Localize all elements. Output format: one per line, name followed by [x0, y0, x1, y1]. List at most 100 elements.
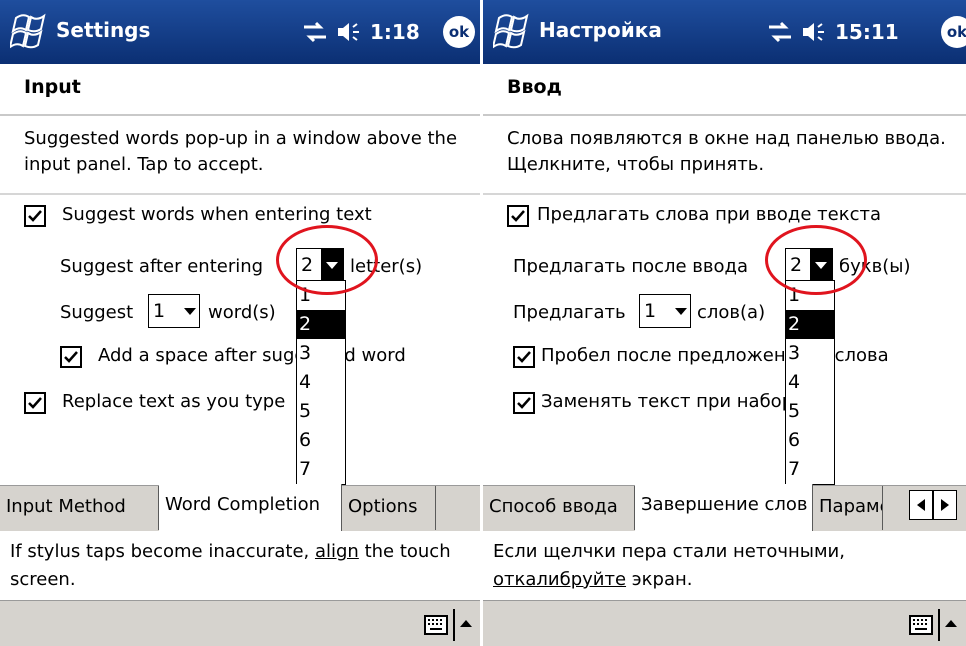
dropdown-option[interactable]: 5 [297, 397, 345, 426]
tab-scroll-buttons [909, 490, 957, 520]
app-title: Settings [56, 18, 151, 42]
dropdown-option[interactable]: 6 [786, 426, 834, 455]
dropdown-option[interactable]: 3 [786, 339, 834, 368]
words-suffix: слов(а) [697, 302, 766, 323]
letters-dropdown-list: 1 2 3 4 5 6 7 [296, 280, 346, 485]
suggest-label: Предлагать [513, 302, 626, 323]
tab-word-completion[interactable]: Word Completion [159, 484, 342, 531]
volume-icon[interactable] [799, 17, 829, 47]
replace-text-label: Replace text as you type [62, 391, 286, 412]
tab-input-method[interactable]: Способ ввода [483, 486, 635, 530]
add-space-checkbox[interactable] [60, 346, 82, 368]
ok-button[interactable]: ok [443, 16, 475, 48]
suggest-words-checkbox[interactable] [24, 205, 46, 227]
menu-bar [0, 600, 480, 646]
status-area: 1:18 [300, 14, 420, 50]
suggest-after-label: Предлагать после ввода [513, 256, 749, 277]
footer-text-before: Если щелчки пера стали неточными, [493, 541, 845, 562]
clock[interactable]: 1:18 [370, 20, 420, 44]
sip-arrow-up-icon[interactable] [460, 620, 472, 627]
suggest-label: Suggest [60, 302, 134, 323]
dropdown-option[interactable]: 6 [297, 426, 345, 455]
keyboard-icon[interactable] [424, 615, 448, 635]
status-area: 15:11 [765, 14, 899, 50]
checkmark-icon [64, 351, 78, 363]
sip-arrow-up-icon[interactable] [945, 620, 957, 627]
keyboard-icon[interactable] [909, 615, 933, 635]
dropdown-option[interactable]: 7 [297, 455, 345, 484]
windows-flag-icon[interactable] [10, 8, 50, 56]
add-space-label: Add a space after suggested word [98, 345, 406, 366]
device-screen-english: Settings 1:18 ok Input Suggested words p… [0, 0, 483, 646]
chevron-down-icon [184, 308, 196, 315]
clock[interactable]: 15:11 [835, 20, 899, 44]
tab-options[interactable]: Options [342, 486, 436, 530]
chevron-left-icon [917, 499, 925, 511]
checkmark-icon [517, 397, 531, 409]
page-header: Ввод [483, 64, 966, 116]
words-combobox[interactable]: 1 [148, 294, 200, 328]
words-suffix: word(s) [208, 302, 276, 323]
tab-strip: Способ ввода Завершение слов Параметры [483, 484, 966, 531]
calibrate-link[interactable]: откалибруйте [493, 569, 626, 590]
menu-bar [483, 600, 966, 646]
replace-text-label: Заменять текст при наборе [541, 391, 805, 412]
words-value: 1 [644, 300, 657, 322]
device-screen-russian: Настройка 15:11 ok Ввод Слова появляются… [483, 0, 966, 646]
page-header: Input [0, 64, 480, 116]
sip-divider [938, 609, 940, 641]
dropdown-option[interactable]: 3 [297, 339, 345, 368]
footer-note: If stylus taps become inaccurate, align … [10, 538, 470, 594]
footer-text-after: экран. [626, 569, 693, 590]
words-combobox[interactable]: 1 [639, 294, 691, 328]
footer-text-before: If stylus taps become inaccurate, [10, 541, 315, 562]
dropdown-option[interactable]: 4 [786, 368, 834, 397]
dropdown-option[interactable]: 4 [297, 368, 345, 397]
letters-dropdown-list: 1 2 3 4 5 6 7 [785, 280, 835, 485]
add-space-checkbox[interactable] [513, 346, 535, 368]
tab-options[interactable]: Параметры [813, 486, 883, 530]
dropdown-option[interactable]: 5 [786, 397, 834, 426]
highlight-annotation [765, 225, 867, 295]
highlight-annotation [276, 225, 378, 295]
checkmark-icon [28, 210, 42, 222]
tab-scroll-left-button[interactable] [909, 490, 933, 520]
words-value: 1 [153, 300, 166, 322]
dropdown-option-selected[interactable]: 2 [786, 310, 834, 339]
tab-word-completion[interactable]: Завершение слов [635, 484, 813, 531]
replace-text-checkbox[interactable] [24, 392, 46, 414]
suggest-after-label: Suggest after entering [60, 256, 264, 277]
section-divider [483, 193, 966, 195]
page-title: Input [24, 76, 81, 98]
connectivity-icon[interactable] [300, 17, 330, 47]
suggest-words-label: Suggest words when entering text [62, 204, 372, 225]
chevron-down-icon [675, 308, 687, 315]
dropdown-option[interactable]: 7 [786, 455, 834, 484]
dropdown-option-selected[interactable]: 2 [297, 310, 345, 339]
suggest-words-label: Предлагать слова при вводе текста [537, 204, 882, 225]
page-title: Ввод [507, 76, 562, 98]
checkmark-icon [511, 210, 525, 222]
checkmark-icon [517, 351, 531, 363]
volume-icon[interactable] [334, 17, 364, 47]
title-bar: Settings 1:18 ok [0, 0, 480, 64]
windows-flag-icon[interactable] [493, 8, 533, 56]
app-title: Настройка [539, 18, 662, 42]
chevron-right-icon [941, 499, 949, 511]
sip-divider [453, 609, 455, 641]
footer-note: Если щелчки пера стали неточными, откали… [493, 538, 956, 594]
section-divider [0, 193, 480, 195]
tab-scroll-right-button[interactable] [933, 490, 957, 520]
title-bar: Настройка 15:11 ok [483, 0, 966, 64]
connectivity-icon[interactable] [765, 17, 795, 47]
align-link[interactable]: align [315, 541, 359, 562]
tab-input-method[interactable]: Input Method [0, 486, 159, 530]
tab-strip: Input Method Word Completion Options [0, 484, 480, 531]
replace-text-checkbox[interactable] [513, 392, 535, 414]
add-space-label: Пробел после предложенного слова [541, 345, 889, 366]
description-text: Слова появляются в окне над панелью ввод… [507, 128, 946, 175]
ok-button[interactable]: ok [941, 16, 966, 48]
description-text: Suggested words pop-up in a window above… [24, 128, 458, 175]
checkmark-icon [28, 397, 42, 409]
suggest-words-checkbox[interactable] [507, 205, 529, 227]
